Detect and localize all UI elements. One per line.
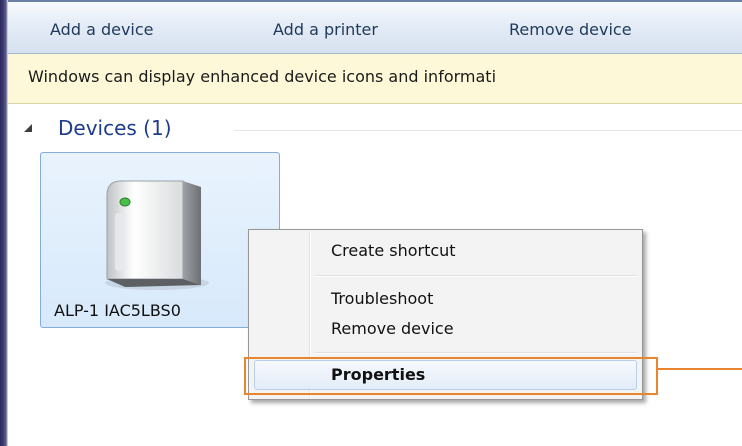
menu-item-remove-device[interactable]: Remove device	[252, 314, 639, 344]
command-toolbar: Add a device Add a printer Remove device	[8, 0, 742, 54]
menu-separator	[315, 275, 637, 277]
device-name: ALP-1 IAC5LBS0	[54, 301, 181, 320]
add-printer-button[interactable]: Add a printer	[273, 17, 378, 43]
computer-tower-icon	[97, 175, 219, 297]
info-bar[interactable]: Windows can display enhanced device icon…	[8, 54, 742, 104]
menu-item-label: Troubleshoot	[331, 289, 434, 308]
info-bar-message: Windows can display enhanced device icon…	[28, 67, 497, 86]
add-device-button[interactable]: Add a device	[50, 17, 154, 43]
menu-item-label: Remove device	[331, 319, 454, 338]
collapse-triangle-icon[interactable]	[24, 124, 32, 132]
devices-and-printers-window: Add a device Add a printer Remove device…	[0, 0, 742, 446]
menu-separator	[315, 352, 637, 354]
device-tile[interactable]: ALP-1 IAC5LBS0	[40, 152, 280, 328]
menu-item-label: Create shortcut	[331, 241, 456, 260]
devices-group-header[interactable]: Devices (1)	[22, 114, 742, 144]
remove-device-button[interactable]: Remove device	[509, 17, 632, 43]
callout-line	[658, 368, 742, 370]
group-divider	[234, 130, 742, 131]
menu-item-create-shortcut[interactable]: Create shortcut	[252, 236, 639, 266]
group-title: Devices (1)	[58, 116, 172, 140]
properties-highlight-outline	[244, 357, 658, 395]
window-left-border	[0, 0, 8, 446]
menu-item-troubleshoot[interactable]: Troubleshoot	[252, 284, 639, 314]
